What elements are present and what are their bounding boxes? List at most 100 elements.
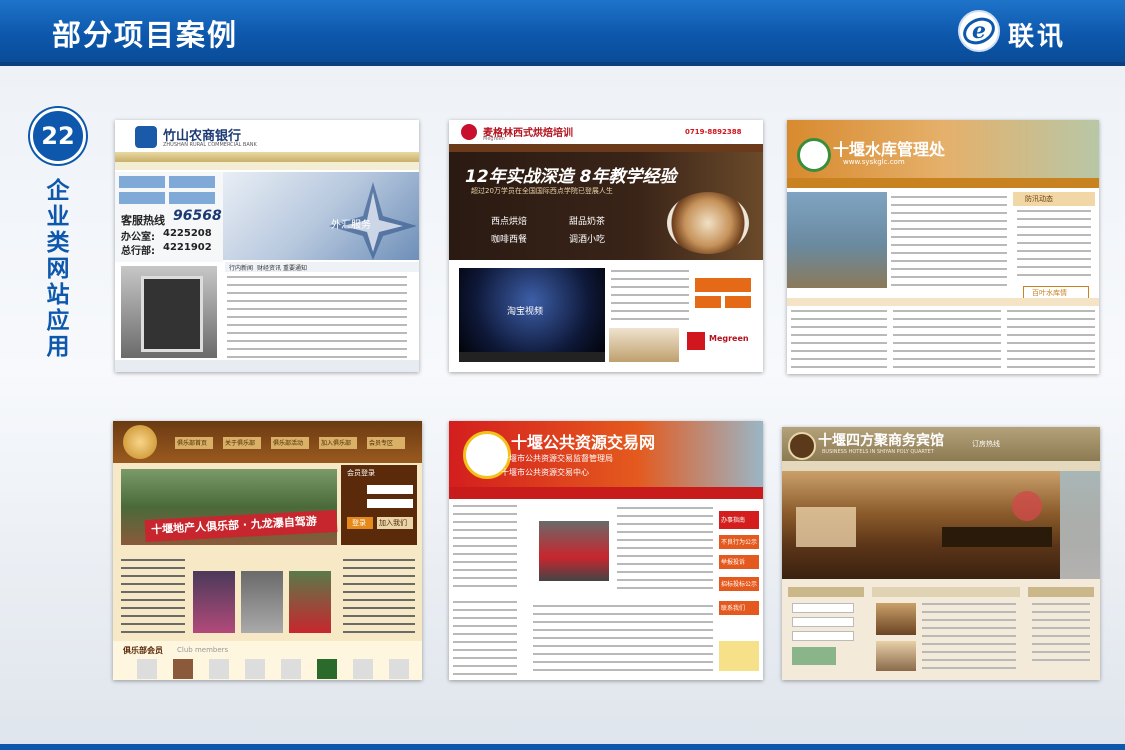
flood-news-title: 防汛动态 [1025, 195, 1053, 203]
news-tab: 财经资讯 [257, 265, 282, 272]
video-player[interactable]: 淘宝视频 [459, 268, 605, 362]
banner-subtitle: 超过20万学员在全国国际西点学院已登展人生 [471, 187, 613, 195]
trading-subtitle-2: 十堰市公共资源交易中心 [501, 468, 589, 477]
trading-site-name: 十堰公共资源交易网 [511, 433, 656, 452]
avatar[interactable] [245, 659, 265, 679]
company-logo: e 联讯 [958, 10, 1088, 52]
reservoir-nav [787, 178, 1099, 188]
brand-logo-icon [461, 124, 477, 140]
reservoir-url: www.syskglc.com [843, 158, 905, 166]
avatar[interactable] [209, 659, 229, 679]
hotel-name-en: BUSINESS HOTELS IN SHIYAN POLY QUARTET [822, 449, 934, 455]
general-label: 总行部: [121, 246, 155, 257]
trading-header: 十堰公共资源交易网 十堰市公共资源交易监督管理局 十堰市公共资源交易中心 [449, 421, 763, 487]
thumbnail-hotel-site: 十堰四方聚商务宾馆 BUSINESS HOTELS IN SHIYAN POLY… [782, 427, 1100, 680]
thumbnail-baking-site: 麦格林西式烘焙培训 Megreen 0719-8892388 12年实战深造 8… [449, 120, 763, 372]
bank-banner: 外汇服务 [223, 172, 419, 260]
office-number: 4225208 [163, 228, 212, 239]
club-nav-item[interactable]: 关于俱乐部 [223, 437, 261, 449]
office-label: 办公室: [121, 232, 155, 243]
atm-photo [121, 266, 217, 358]
trading-subtitle-1: 十堰市公共资源交易监督管理局 [501, 454, 613, 463]
page-title: 部分项目案例 [52, 18, 239, 52]
hotel-name: 十堰四方聚商务宾馆 [818, 433, 944, 449]
club-nav-item[interactable]: 俱乐部活动 [271, 437, 309, 449]
avatar[interactable] [137, 659, 157, 679]
hotel-room-photo [782, 471, 1100, 579]
bank-name-en: ZHUSHAN RURAL COMMERCIAL BANK [163, 142, 257, 148]
hotline-label: 客服热线 [121, 214, 165, 227]
side-menu-item[interactable]: 联系我们 [719, 601, 759, 615]
general-number: 4221902 [163, 242, 212, 253]
username-input[interactable] [367, 485, 413, 494]
join-button[interactable]: 加入我们 [377, 517, 413, 529]
side-menu-item[interactable]: 招标投标公示 [719, 577, 759, 591]
booking-input[interactable] [792, 631, 854, 641]
bottom-line [0, 744, 1125, 750]
trading-nav [449, 487, 763, 499]
reservoir-logo-icon [797, 138, 831, 172]
baking-banner: 12年实战深造 8年教学经验 超过20万学员在全国国际西点学院已登展人生 西点烘… [449, 152, 763, 260]
club-group-photo: 十堰地产人俱乐部 · 九龙瀑自驾游 [121, 469, 338, 545]
course-item: 调酒小吃 [569, 235, 606, 245]
reservoir-site-name: 十堰水库管理处 [833, 140, 946, 159]
avatar[interactable] [281, 659, 301, 679]
banner-text: 外汇服务 [331, 220, 371, 231]
booking-input[interactable] [792, 603, 854, 613]
course-item: 咖啡西餐 [491, 235, 528, 245]
side-menu-item[interactable]: 举报投诉 [719, 555, 759, 569]
club-logo-icon [123, 425, 157, 459]
news-tab: 重要通知 [283, 265, 308, 272]
avatar[interactable] [389, 659, 409, 679]
club-members-label: 俱乐部会员 [123, 646, 163, 655]
case-number-badge: 22 [30, 108, 86, 164]
thumbnail-trading-site: 十堰公共资源交易网 十堰市公共资源交易监督管理局 十堰市公共资源交易中心 办事指… [449, 421, 763, 680]
coffee-cup-image [667, 192, 749, 254]
bank-logo-icon [135, 126, 157, 148]
avatar[interactable] [353, 659, 373, 679]
password-input[interactable] [367, 499, 413, 508]
news-list [227, 276, 407, 360]
club-nav-item[interactable]: 会员专区 [367, 437, 405, 449]
club-nav-item[interactable]: 俱乐部首页 [175, 437, 213, 449]
brand-phone: 0719-8892388 [685, 128, 742, 136]
logo-mark-letter: e [972, 18, 986, 44]
booking-hotline: 订房热线 [972, 440, 1000, 448]
news-tab: 行内新闻 [229, 265, 254, 272]
booking-input[interactable] [792, 617, 854, 627]
category-label: 企业类网站应用 [42, 178, 68, 360]
side-menu-item[interactable]: 不良行为公示 [719, 535, 759, 549]
brand-name-en: Megreen [483, 136, 505, 142]
meeting-photo [539, 521, 609, 581]
video-label: 淘宝视频 [507, 307, 544, 317]
club-login-box: 会员登录 登录 加入我们 [341, 465, 417, 545]
avatar[interactable] [317, 659, 337, 679]
course-item: 甜品奶茶 [569, 217, 606, 227]
hotel-header: 十堰四方聚商务宾馆 BUSINESS HOTELS IN SHIYAN POLY… [782, 427, 1100, 461]
course-item: 西点烘焙 [491, 217, 528, 227]
login-button[interactable]: 登录 [347, 517, 373, 529]
login-title: 会员登录 [347, 469, 375, 477]
reservoir-photo [787, 192, 887, 288]
thumbnail-bank-site: 竹山农商银行 ZHUSHAN RURAL COMMERCIAL BANK 客服热… [115, 120, 419, 372]
hotel-logo-icon [788, 432, 816, 460]
course-list [611, 270, 689, 326]
reservoir-header: 十堰水库管理处 www.syskglc.com [787, 120, 1099, 178]
avatar[interactable] [173, 659, 193, 679]
header-bar: 部分项目案例 e 联讯 [0, 0, 1125, 66]
logo-text: 联讯 [1008, 22, 1067, 52]
thumbnail-reservoir-site: 十堰水库管理处 www.syskglc.com 防汛动态 百叶水库情 [787, 120, 1099, 374]
club-members-label-en: Club members [177, 646, 229, 654]
hotline-number: 96568 [173, 208, 222, 224]
hotel-nav [782, 461, 1100, 471]
video-controls[interactable] [459, 352, 605, 362]
banner-slogan: 12年实战深造 8年教学经验 [465, 167, 677, 187]
logo-e-icon: e [958, 10, 1000, 52]
side-menu-item[interactable]: 办事指南 [719, 511, 759, 529]
thumbnail-club-site: 俱乐部首页 关于俱乐部 俱乐部活动 加入俱乐部 会员专区 十堰地产人俱乐部 · … [113, 421, 422, 680]
baking-nav-bar [449, 144, 763, 152]
club-nav-item[interactable]: 加入俱乐部 [319, 437, 357, 449]
booking-button[interactable] [792, 647, 836, 665]
bank-nav-bar [115, 152, 419, 162]
footer-brand: Megreen [709, 334, 749, 343]
